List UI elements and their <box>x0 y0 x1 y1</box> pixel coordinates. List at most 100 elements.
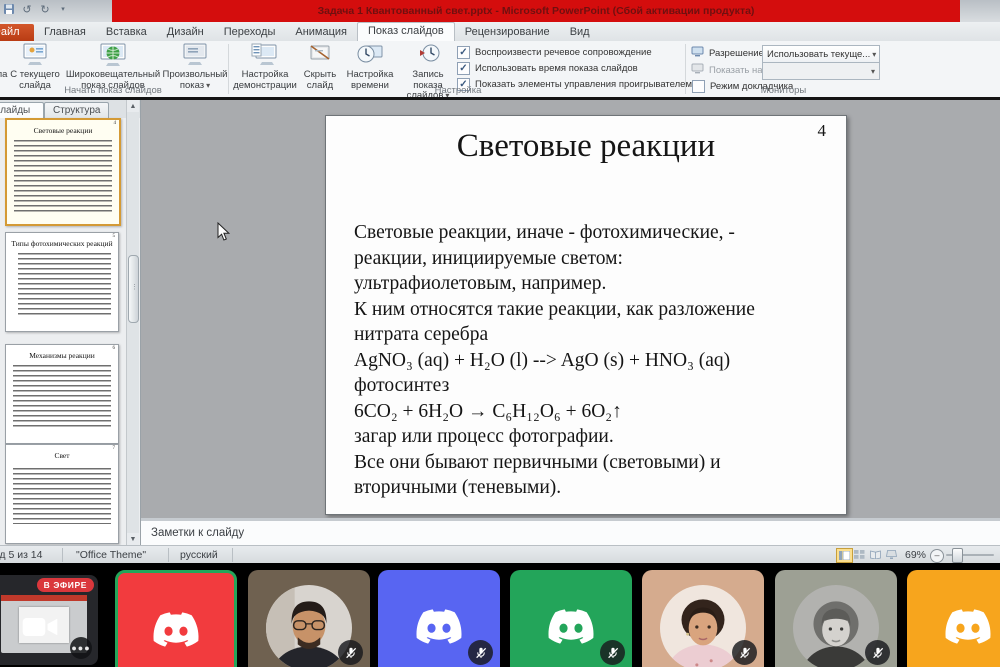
show-on-icon <box>691 63 704 77</box>
slide-body-text: Световые реакции, иначе - фотохимические… <box>354 220 832 501</box>
muted-mic-icon <box>732 640 757 665</box>
discord-tile-2[interactable] <box>115 570 237 667</box>
tab-dizayn[interactable]: Дизайн <box>157 24 214 41</box>
scrollbar-thumb[interactable]: ⋮⋮ <box>128 255 139 323</box>
slide-thumbnail-1[interactable]: 4 Световые реакции <box>5 118 121 226</box>
from-beginning-icon <box>0 42 2 68</box>
tab-perekhody[interactable]: Переходы <box>214 24 286 41</box>
from-current-slide-icon <box>20 42 50 68</box>
scrollbar-grip: ⋮⋮ <box>131 286 137 289</box>
discord-tile-4[interactable] <box>378 570 500 667</box>
discord-tile-7[interactable] <box>775 570 897 667</box>
slide-thumbnail-3[interactable]: 6 Механизмы реакции <box>5 344 119 444</box>
quick-access-toolbar: ↺ ↻ ▾ <box>2 2 70 16</box>
slide-sorter-view-button[interactable] <box>852 548 867 561</box>
tile-more-button[interactable]: ●●● <box>70 637 92 659</box>
slide-thumbnail-2[interactable]: 5 Типы фотохимических реакций <box>5 232 119 332</box>
live-badge: В ЭФИРЕ <box>37 578 94 592</box>
tab-slides[interactable]: Слайды <box>0 102 44 118</box>
mouse-cursor-icon <box>217 222 230 246</box>
tab-retsenzirovanie[interactable]: Рецензирование <box>455 24 560 41</box>
muted-mic-icon <box>865 640 890 665</box>
reading-view-button[interactable] <box>868 548 883 561</box>
language-indicator: русский <box>180 549 218 561</box>
checkbox-checked-icon <box>457 46 470 59</box>
monitors-group-label: Мониторы <box>691 85 876 96</box>
ribbon: С начала С текущего слайда Широковещател… <box>0 41 1000 97</box>
ribbon-tab-bar: Файл Главная Вставка Дизайн Переходы Ани… <box>0 22 1000 42</box>
tab-vid[interactable]: Вид <box>560 24 600 41</box>
undo-icon[interactable]: ↺ <box>20 2 34 16</box>
checkbox-checked-icon <box>457 62 470 75</box>
discord-logo-icon <box>410 604 468 654</box>
slides-panel: Слайды Структура ✕ 4 Световые реакции 5 … <box>0 100 141 545</box>
resolution-select[interactable]: Использовать текуще... <box>762 45 880 63</box>
setup-group-label: Настройка <box>233 85 683 96</box>
theme-indicator: "Office Theme" <box>76 549 146 561</box>
zoom-level: 69% <box>905 549 926 561</box>
rehearse-timings-icon <box>356 42 384 68</box>
slide-canvas[interactable]: 4 Световые реакции Световые реакции, ина… <box>325 115 847 515</box>
slide-editing-area[interactable]: 4 Световые реакции Световые реакции, ина… <box>141 100 1000 518</box>
tab-pokaz-slaydov[interactable]: Показ слайдов <box>357 22 455 41</box>
slide-thumbnail-4[interactable]: 7 Свет <box>5 444 119 544</box>
window-title: Задача 1 Квантованный свет.pptx - Micros… <box>112 0 960 22</box>
zoom-out-button[interactable]: – <box>930 549 944 563</box>
thumbnail-text-lines <box>13 365 111 429</box>
zoom-slider-thumb[interactable] <box>952 548 963 563</box>
qat-dropdown-icon[interactable]: ▾ <box>56 2 70 16</box>
checkbox-play-narration[interactable]: Воспроизвести речевое сопровождение <box>457 46 652 59</box>
screen: ↺ ↻ ▾ Задача 1 Квантованный свет.pptx - … <box>0 0 1000 667</box>
tab-vstavka[interactable]: Вставка <box>96 24 157 41</box>
group-separator <box>685 44 686 94</box>
show-on-select[interactable] <box>762 62 880 80</box>
dropdown-caret-icon <box>869 66 875 77</box>
title-bar: ↺ ↻ ▾ Задача 1 Квантованный свет.pptx - … <box>0 0 1000 22</box>
save-icon[interactable] <box>2 2 16 16</box>
hide-slide-icon <box>306 42 334 68</box>
notes-placeholder: Заметки к слайду <box>151 527 244 539</box>
thumbnail-text-lines <box>18 253 111 315</box>
normal-view-button[interactable] <box>836 548 853 563</box>
muted-mic-icon <box>338 640 363 665</box>
resolution-row: Разрешение: <box>691 46 767 60</box>
broadcast-icon <box>96 42 130 68</box>
tab-file[interactable]: Файл <box>0 24 34 41</box>
discord-tile-5[interactable] <box>510 570 632 667</box>
discord-logo-icon <box>147 607 205 657</box>
discord-tile-6[interactable] <box>642 570 764 667</box>
notes-pane[interactable]: Заметки к слайду <box>141 518 1000 548</box>
panel-tab-bar: Слайды Структура ✕ <box>0 100 140 118</box>
redo-icon[interactable]: ↻ <box>38 2 52 16</box>
group-separator <box>228 44 229 94</box>
video-camera-icon <box>22 615 58 644</box>
muted-mic-icon <box>600 640 625 665</box>
discord-logo-icon <box>542 604 600 654</box>
set-up-slideshow-icon <box>250 42 280 68</box>
slide-indicator: Слайд 5 из 14 <box>0 549 43 561</box>
discord-tile-8[interactable] <box>907 570 1000 667</box>
checkbox-use-timings[interactable]: Использовать время показа слайдов <box>457 62 638 75</box>
muted-mic-icon <box>468 640 493 665</box>
record-slideshow-icon <box>414 42 442 68</box>
dropdown-caret-icon <box>870 49 876 60</box>
tab-glavnaya[interactable]: Главная <box>34 24 96 41</box>
custom-slideshow-icon <box>180 42 210 68</box>
scroll-up-icon[interactable]: ▲ <box>127 100 139 112</box>
thumbnail-text-lines <box>13 468 111 524</box>
status-bar: Слайд 5 из 14 "Office Theme" русский 69%… <box>0 545 1000 564</box>
discord-tile-3[interactable] <box>248 570 370 667</box>
tab-animatsiya[interactable]: Анимация <box>285 24 357 41</box>
discord-tile-screenshare[interactable]: В ЭФИРЕ ●●● <box>0 575 98 665</box>
scroll-down-icon[interactable]: ▼ <box>127 533 139 545</box>
discord-logo-icon <box>939 604 997 654</box>
thumbnail-scrollbar: ▲ ⋮⋮ ▼ <box>126 100 139 545</box>
show-on-row: Показать на: <box>691 63 765 77</box>
discord-video-strip: В ЭФИРЕ ●●● <box>0 563 1000 667</box>
slide-title: Световые реакции <box>326 128 846 165</box>
tab-outline[interactable]: Структура <box>44 102 109 118</box>
slideshow-view-button[interactable] <box>884 548 899 561</box>
thumbnail-text-lines <box>14 140 112 212</box>
start-group-label: Начать показ слайдов <box>0 85 226 96</box>
resolution-icon <box>691 46 704 60</box>
